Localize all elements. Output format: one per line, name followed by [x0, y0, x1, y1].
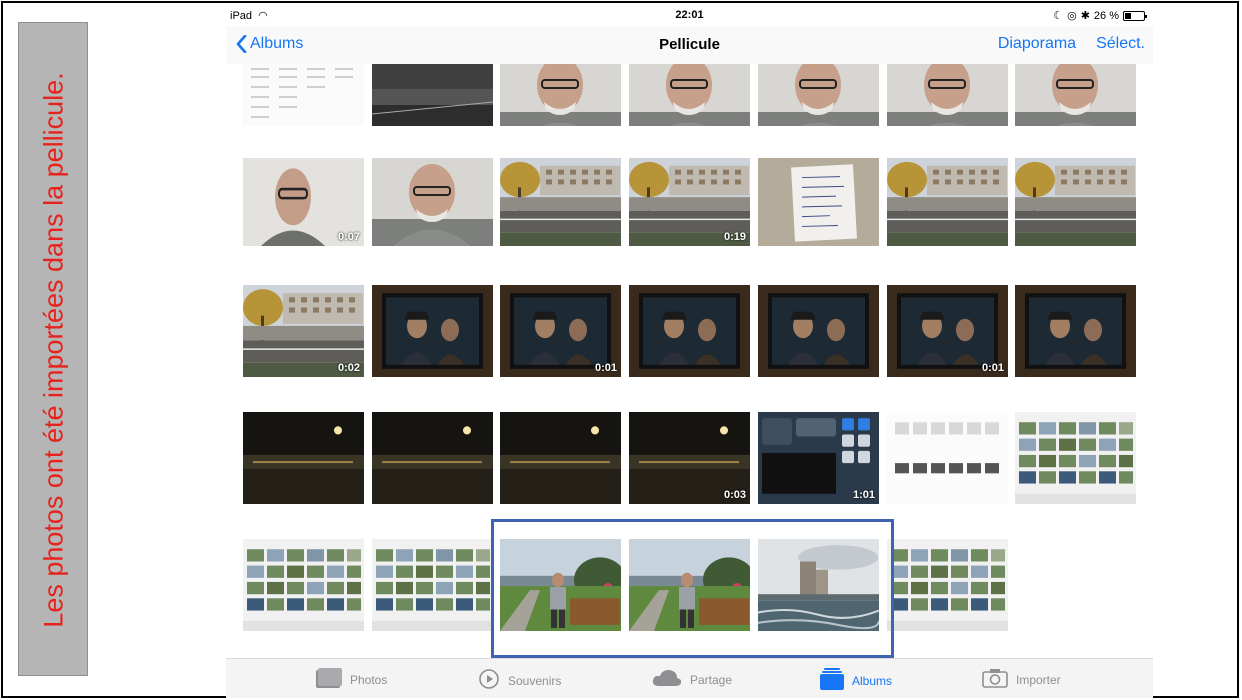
photos-icon	[316, 668, 342, 691]
nav-actions: Diaporama Sélect.	[998, 35, 1145, 53]
tab-label: Albums	[852, 673, 893, 688]
photo-thumbnail[interactable]	[887, 539, 1008, 631]
bluetooth-icon: ✱	[1080, 10, 1090, 22]
video-duration: 0:01	[594, 362, 617, 374]
photo-thumbnail[interactable]	[500, 158, 621, 246]
tab-importer[interactable]: Importer	[982, 668, 1061, 691]
video-thumbnail[interactable]: 0:01	[887, 285, 1008, 377]
battery-percent: 26 %	[1093, 9, 1119, 22]
tab-label: Photos	[350, 672, 388, 687]
tab-label: Partage	[690, 672, 733, 687]
video-duration: 0:19	[723, 231, 746, 243]
video-duration: 1:01	[852, 489, 875, 501]
photo-thumbnail[interactable]	[243, 64, 364, 126]
photo-grid: 0:07 0:19 0:02 0:01 0:01 0:03 1:01	[226, 64, 1153, 658]
video-duration: 0:02	[337, 362, 360, 374]
photo-thumbnail[interactable]	[1015, 64, 1136, 126]
navigation-bar: Albums Pellicule Diaporama Sélect.	[226, 26, 1153, 64]
video-thumbnail[interactable]: 0:02	[243, 285, 364, 377]
photo-thumbnail[interactable]	[372, 412, 493, 504]
photo-thumbnail[interactable]	[372, 539, 493, 631]
tab-souvenirs[interactable]: Souvenirs	[478, 668, 561, 693]
photo-thumbnail[interactable]	[243, 412, 364, 504]
slideshow-button[interactable]: Diaporama	[998, 35, 1076, 53]
photo-thumbnail[interactable]	[500, 539, 621, 631]
video-thumbnail[interactable]: 0:07	[243, 158, 364, 246]
video-thumbnail[interactable]: 0:03	[629, 412, 750, 504]
photo-thumbnail[interactable]	[372, 285, 493, 377]
photo-thumbnail[interactable]	[372, 158, 493, 246]
photo-thumbnail[interactable]	[500, 64, 621, 126]
tab-label: Importer	[1016, 672, 1061, 687]
photo-thumbnail[interactable]	[887, 64, 1008, 126]
chevron-left-icon	[236, 35, 247, 53]
tab-bar: Photos Souvenirs Partage Albums Importer	[226, 658, 1153, 698]
photo-thumbnail[interactable]	[629, 64, 750, 126]
photo-thumbnail[interactable]	[1015, 158, 1136, 246]
tab-albums[interactable]: Albums	[820, 668, 892, 693]
photo-thumbnail[interactable]	[629, 539, 750, 631]
photo-thumbnail[interactable]	[629, 285, 750, 377]
status-right: ☾ ◎ ✱ 26 %	[1053, 9, 1147, 22]
albums-icon	[820, 668, 844, 693]
moon-icon: ☾	[1053, 10, 1064, 22]
video-duration: 0:01	[981, 362, 1004, 374]
photo-thumbnail[interactable]	[243, 539, 364, 631]
side-caption-panel: Les photos ont été importées dans la pel…	[18, 22, 88, 676]
video-thumbnail[interactable]: 0:19	[629, 158, 750, 246]
status-time: 22:01	[675, 9, 704, 21]
video-duration: 0:07	[337, 231, 360, 243]
cloud-icon	[652, 668, 682, 691]
status-bar: iPad ◠ 22:01 ☾ ◎ ✱ 26 %	[226, 6, 1153, 26]
photo-thumbnail[interactable]	[1015, 285, 1136, 377]
back-button[interactable]: Albums	[236, 35, 303, 53]
memories-icon	[478, 668, 500, 693]
camera-icon	[982, 668, 1008, 691]
lock-rotation-icon: ◎	[1067, 10, 1077, 22]
select-button[interactable]: Sélect.	[1096, 35, 1145, 53]
photo-thumbnail[interactable]	[758, 285, 879, 377]
video-thumbnail[interactable]: 1:01	[758, 412, 879, 504]
tab-partage[interactable]: Partage	[652, 668, 732, 691]
video-duration: 0:03	[723, 489, 746, 501]
photo-thumbnail[interactable]	[372, 64, 493, 126]
photo-thumbnail[interactable]	[1015, 412, 1136, 504]
tab-photos[interactable]: Photos	[316, 668, 387, 691]
ipad-screen: iPad ◠ 22:01 ☾ ◎ ✱ 26 % Albums Pellicule…	[226, 6, 1153, 698]
photo-thumbnail[interactable]	[500, 412, 621, 504]
photo-thumbnail[interactable]	[758, 539, 879, 631]
photo-thumbnail[interactable]	[887, 158, 1008, 246]
photo-thumbnail[interactable]	[887, 412, 1008, 504]
photo-thumbnail[interactable]	[758, 158, 879, 246]
tab-label: Souvenirs	[508, 673, 562, 688]
video-thumbnail[interactable]: 0:01	[500, 285, 621, 377]
side-caption-text: Les photos ont été importées dans la pel…	[38, 72, 69, 628]
photo-thumbnail[interactable]	[758, 64, 879, 126]
back-button-label: Albums	[250, 35, 304, 52]
battery-icon	[1123, 10, 1147, 21]
